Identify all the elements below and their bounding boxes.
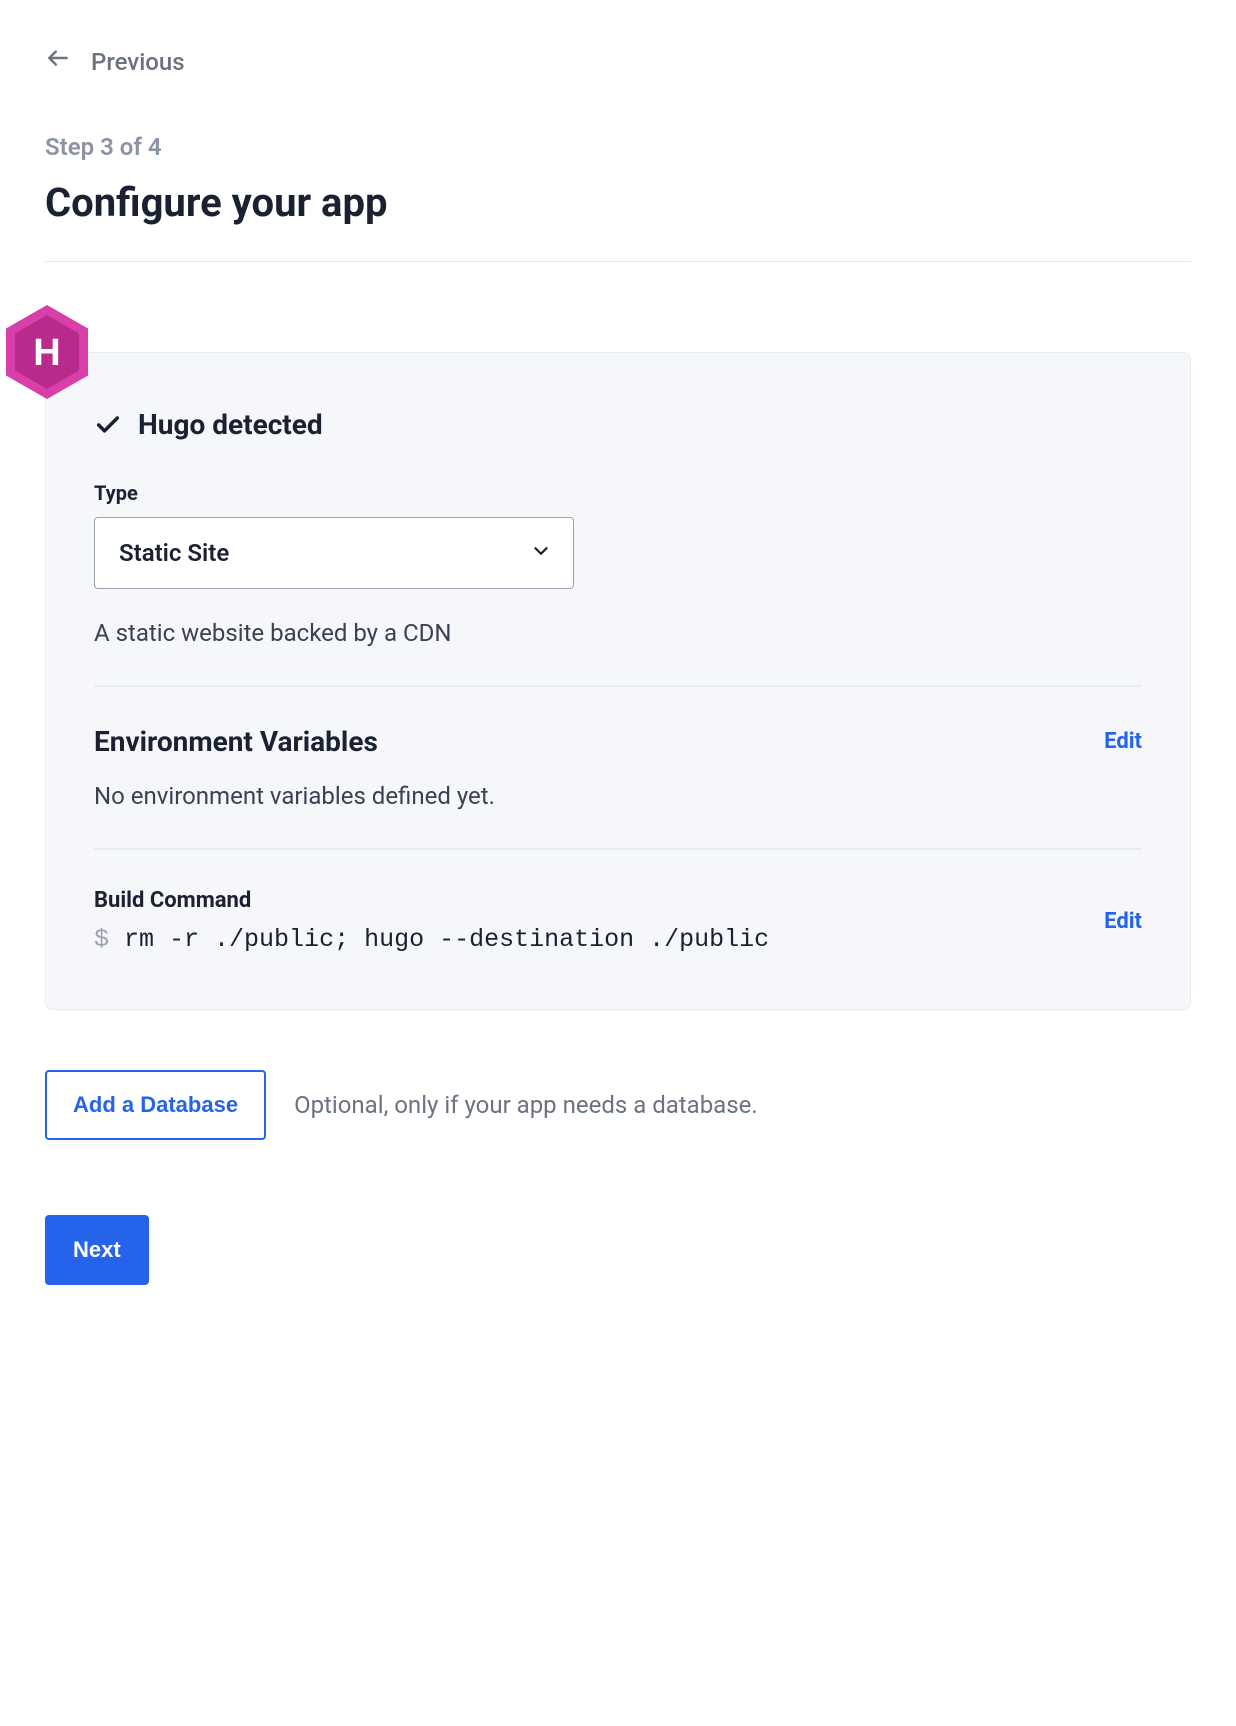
database-hint: Optional, only if your app needs a datab… (294, 1091, 758, 1119)
env-section-title: Environment Variables (94, 725, 378, 758)
build-section: Build Command $ rm -r ./public; hugo --d… (94, 888, 1142, 954)
build-label: Build Command (94, 888, 1104, 913)
build-command: $ rm -r ./public; hugo --destination ./p… (94, 925, 1104, 954)
build-command-text: rm -r ./public; hugo --destination ./pub… (124, 925, 769, 954)
detected-label: Hugo detected (138, 408, 323, 441)
check-icon (94, 411, 122, 439)
build-prompt: $ (94, 925, 109, 954)
database-row: Add a Database Optional, only if your ap… (45, 1070, 1191, 1140)
detected-row: Hugo detected (94, 408, 1142, 441)
svg-text:H: H (33, 332, 60, 374)
section-divider-2 (94, 848, 1142, 850)
type-description: A static website backed by a CDN (94, 619, 1142, 647)
page-title: Configure your app (45, 179, 1191, 226)
next-button[interactable]: Next (45, 1215, 149, 1285)
type-select-value: Static Site (94, 517, 574, 589)
step-indicator: Step 3 of 4 (45, 133, 1191, 161)
arrow-left-icon (45, 45, 71, 78)
build-edit-link[interactable]: Edit (1104, 909, 1142, 934)
config-card: H Hugo detected Type Static Site A stati… (45, 352, 1191, 1010)
type-select[interactable]: Static Site (94, 517, 574, 589)
env-edit-link[interactable]: Edit (1104, 729, 1142, 754)
hugo-badge-icon: H (6, 305, 88, 399)
env-empty-text: No environment variables defined yet. (94, 782, 1142, 810)
env-section-header: Environment Variables Edit (94, 725, 1142, 758)
section-divider-1 (94, 685, 1142, 687)
previous-label: Previous (91, 48, 185, 76)
header-divider (45, 261, 1191, 262)
type-label: Type (94, 481, 1142, 505)
previous-link[interactable]: Previous (45, 45, 1191, 78)
add-database-button[interactable]: Add a Database (45, 1070, 266, 1140)
